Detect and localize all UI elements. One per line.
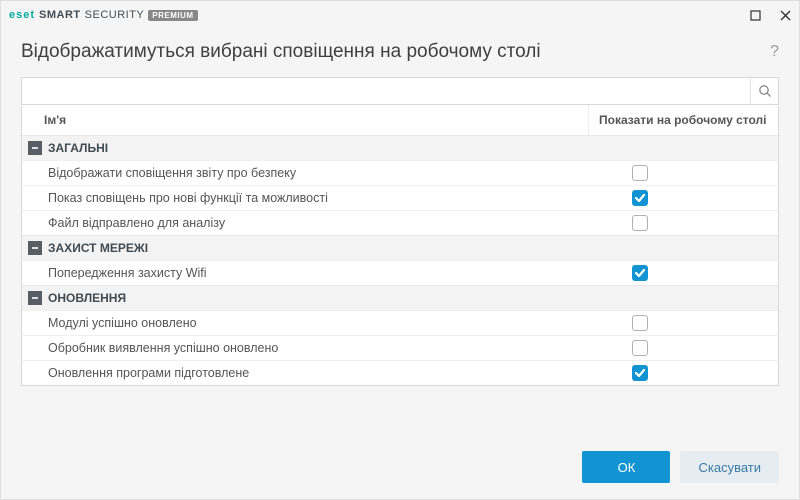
item-label: Попередження захисту Wifi <box>22 266 588 280</box>
item-check-cell <box>588 215 778 231</box>
notifications-table: Ім'я Показати на робочому столі ЗАГАЛЬНІ… <box>21 105 779 386</box>
collapse-icon[interactable] <box>28 291 42 305</box>
brand: eset SMART SECURITY PREMIUM <box>9 9 198 21</box>
ok-button[interactable]: ОК <box>582 451 670 483</box>
search-input[interactable] <box>22 78 750 104</box>
item-check-cell <box>588 265 778 281</box>
group-row: ЗАГАЛЬНІ <box>22 135 778 160</box>
group-row: ЗАХИСТ МЕРЕЖІ <box>22 235 778 260</box>
checkbox[interactable] <box>632 340 648 356</box>
checkbox[interactable] <box>632 190 648 206</box>
checkbox[interactable] <box>632 365 648 381</box>
item-label: Відображати сповіщення звіту про безпеку <box>22 166 588 180</box>
checkbox[interactable] <box>632 165 648 181</box>
item-row: Оновлення програми підготовлене <box>22 360 778 385</box>
table-header: Ім'я Показати на робочому столі <box>22 105 778 135</box>
checkbox[interactable] <box>632 215 648 231</box>
collapse-icon[interactable] <box>28 141 42 155</box>
group-label: ЗАХИСТ МЕРЕЖІ <box>48 241 148 255</box>
footer: ОК Скасувати <box>1 437 799 499</box>
titlebar: eset SMART SECURITY PREMIUM <box>1 1 799 29</box>
group-label: ЗАГАЛЬНІ <box>48 141 108 155</box>
column-name[interactable]: Ім'я <box>22 113 588 127</box>
item-check-cell <box>588 165 778 181</box>
item-check-cell <box>588 340 778 356</box>
brand-smart: SMART <box>39 9 81 21</box>
brand-security: SECURITY <box>85 9 145 21</box>
group-label: ОНОВЛЕННЯ <box>48 291 126 305</box>
window-controls <box>749 9 791 21</box>
search-icon[interactable] <box>750 78 778 104</box>
content: Ім'я Показати на робочому столі ЗАГАЛЬНІ… <box>1 77 799 437</box>
item-row: Файл відправлено для аналізу <box>22 210 778 235</box>
brand-eset: eset <box>9 9 35 21</box>
dialog-window: eset SMART SECURITY PREMIUM Відображатим… <box>0 0 800 500</box>
cancel-button[interactable]: Скасувати <box>680 451 779 483</box>
item-check-cell <box>588 190 778 206</box>
heading-row: Відображатимуться вибрані сповіщення на … <box>1 29 799 77</box>
search-row <box>21 77 779 105</box>
checkbox[interactable] <box>632 315 648 331</box>
help-icon[interactable]: ? <box>770 43 779 61</box>
column-show[interactable]: Показати на робочому столі <box>588 105 778 135</box>
item-label: Файл відправлено для аналізу <box>22 216 588 230</box>
item-label: Модулі успішно оновлено <box>22 316 588 330</box>
close-button[interactable] <box>779 9 791 21</box>
item-label: Оновлення програми підготовлене <box>22 366 588 380</box>
collapse-icon[interactable] <box>28 241 42 255</box>
item-label: Показ сповіщень про нові функції та можл… <box>22 191 588 205</box>
item-row: Попередження захисту Wifi <box>22 260 778 285</box>
group-row: ОНОВЛЕННЯ <box>22 285 778 310</box>
checkbox[interactable] <box>632 265 648 281</box>
item-row: Відображати сповіщення звіту про безпеку <box>22 160 778 185</box>
item-row: Обробник виявлення успішно оновлено <box>22 335 778 360</box>
page-title: Відображатимуться вибрані сповіщення на … <box>21 41 541 63</box>
maximize-button[interactable] <box>749 9 761 21</box>
item-label: Обробник виявлення успішно оновлено <box>22 341 588 355</box>
item-row: Модулі успішно оновлено <box>22 310 778 335</box>
item-check-cell <box>588 315 778 331</box>
item-row: Показ сповіщень про нові функції та можл… <box>22 185 778 210</box>
brand-badge: PREMIUM <box>148 10 197 21</box>
item-check-cell <box>588 365 778 381</box>
